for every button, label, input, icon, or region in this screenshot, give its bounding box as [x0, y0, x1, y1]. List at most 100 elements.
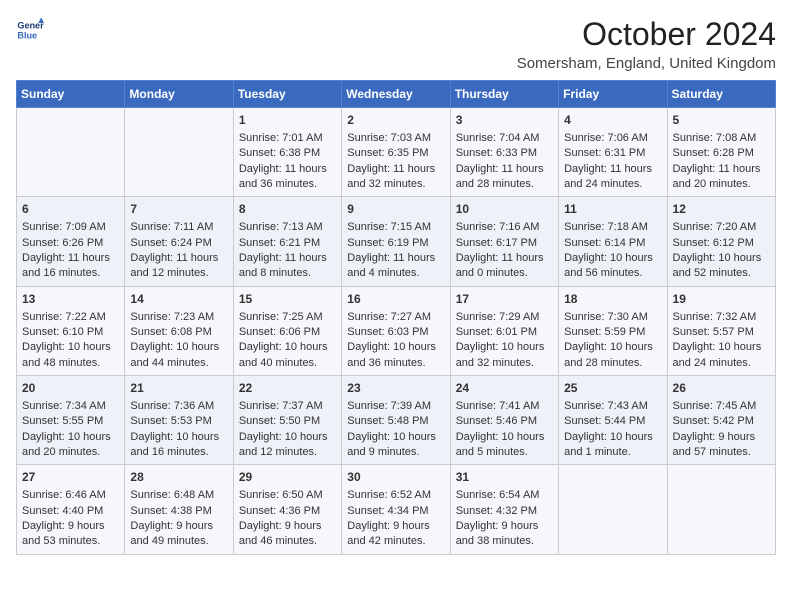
sunrise-text: Sunrise: 7:15 AM: [347, 220, 444, 235]
calendar-cell: 9 Sunrise: 7:15 AMSunset: 6:19 PMDaylight…: [342, 197, 450, 286]
calendar-cell: 14Sunrise: 7:23 AMSunset: 6:08 PMDayligh…: [125, 286, 233, 375]
daylight-text: Daylight: 10 hours and 9 minutes.: [347, 430, 444, 461]
sunrise-text: Sunrise: 7:27 AM: [347, 310, 444, 325]
calendar-cell: 27Sunrise: 6:46 AMSunset: 4:40 PMDayligh…: [17, 465, 125, 554]
day-number: 5: [673, 112, 770, 129]
day-number: 12: [673, 201, 770, 218]
daylight-text: Daylight: 10 hours and 56 minutes.: [564, 251, 661, 282]
day-number: 27: [22, 469, 119, 486]
daylight-text: Daylight: 10 hours and 36 minutes.: [347, 340, 444, 371]
sunrise-text: Sunrise: 6:54 AM: [456, 488, 553, 503]
daylight-text: Daylight: 11 hours and 12 minutes.: [130, 251, 227, 282]
day-number: 15: [239, 291, 336, 308]
daylight-text: Daylight: 10 hours and 24 minutes.: [673, 340, 770, 371]
sunset-text: Sunset: 6:14 PM: [564, 236, 661, 251]
daylight-text: Daylight: 10 hours and 32 minutes.: [456, 340, 553, 371]
sunset-text: Sunset: 6:24 PM: [130, 236, 227, 251]
calendar-body: 1Sunrise: 7:01 AMSunset: 6:38 PMDaylight…: [17, 108, 776, 555]
sunset-text: Sunset: 4:38 PM: [130, 504, 227, 519]
sunrise-text: Sunrise: 7:18 AM: [564, 220, 661, 235]
sunset-text: Sunset: 6:03 PM: [347, 325, 444, 340]
calendar-cell: 25Sunrise: 7:43 AMSunset: 5:44 PMDayligh…: [559, 376, 667, 465]
daylight-text: Daylight: 11 hours and 36 minutes.: [239, 162, 336, 193]
sunrise-text: Sunrise: 7:09 AM: [22, 220, 119, 235]
sunrise-text: Sunrise: 7:13 AM: [239, 220, 336, 235]
sunset-text: Sunset: 5:46 PM: [456, 414, 553, 429]
calendar-cell: 30Sunrise: 6:52 AMSunset: 4:34 PMDayligh…: [342, 465, 450, 554]
day-number: 24: [456, 380, 553, 397]
calendar-cell: 20Sunrise: 7:34 AMSunset: 5:55 PMDayligh…: [17, 376, 125, 465]
daylight-text: Daylight: 10 hours and 5 minutes.: [456, 430, 553, 461]
daylight-text: Daylight: 11 hours and 24 minutes.: [564, 162, 661, 193]
day-number: 28: [130, 469, 227, 486]
sunset-text: Sunset: 6:33 PM: [456, 146, 553, 161]
sunrise-text: Sunrise: 7:25 AM: [239, 310, 336, 325]
day-number: 14: [130, 291, 227, 308]
sunrise-text: Sunrise: 7:41 AM: [456, 399, 553, 414]
sunset-text: Sunset: 6:19 PM: [347, 236, 444, 251]
day-header-saturday: Saturday: [667, 81, 775, 108]
sunset-text: Sunset: 6:12 PM: [673, 236, 770, 251]
day-number: 2: [347, 112, 444, 129]
sunset-text: Sunset: 5:42 PM: [673, 414, 770, 429]
calendar-cell: [17, 108, 125, 197]
daylight-text: Daylight: 11 hours and 16 minutes.: [22, 251, 119, 282]
sunrise-text: Sunrise: 7:04 AM: [456, 131, 553, 146]
daylight-text: Daylight: 9 hours and 42 minutes.: [347, 519, 444, 550]
logo-icon: General Blue: [16, 16, 44, 44]
sunrise-text: Sunrise: 7:30 AM: [564, 310, 661, 325]
sunrise-text: Sunrise: 7:23 AM: [130, 310, 227, 325]
sunset-text: Sunset: 4:36 PM: [239, 504, 336, 519]
sunrise-text: Sunrise: 7:29 AM: [456, 310, 553, 325]
sunset-text: Sunset: 6:35 PM: [347, 146, 444, 161]
sunrise-text: Sunrise: 7:01 AM: [239, 131, 336, 146]
sunset-text: Sunset: 6:01 PM: [456, 325, 553, 340]
sunset-text: Sunset: 6:17 PM: [456, 236, 553, 251]
calendar-cell: 13Sunrise: 7:22 AMSunset: 6:10 PMDayligh…: [17, 286, 125, 375]
calendar-cell: 5Sunrise: 7:08 AMSunset: 6:28 PMDaylight…: [667, 108, 775, 197]
sunrise-text: Sunrise: 6:50 AM: [239, 488, 336, 503]
sunrise-text: Sunrise: 7:45 AM: [673, 399, 770, 414]
calendar-cell: 3Sunrise: 7:04 AMSunset: 6:33 PMDaylight…: [450, 108, 558, 197]
sunrise-text: Sunrise: 7:37 AM: [239, 399, 336, 414]
daylight-text: Daylight: 9 hours and 49 minutes.: [130, 519, 227, 550]
daylight-text: Daylight: 10 hours and 1 minute.: [564, 430, 661, 461]
calendar-cell: [559, 465, 667, 554]
day-number: 22: [239, 380, 336, 397]
calendar-cell: 10Sunrise: 7:16 AMSunset: 6:17 PMDayligh…: [450, 197, 558, 286]
calendar-cell: 1Sunrise: 7:01 AMSunset: 6:38 PMDaylight…: [233, 108, 341, 197]
day-number: 17: [456, 291, 553, 308]
sunset-text: Sunset: 5:59 PM: [564, 325, 661, 340]
sunrise-text: Sunrise: 6:46 AM: [22, 488, 119, 503]
calendar-cell: 28Sunrise: 6:48 AMSunset: 4:38 PMDayligh…: [125, 465, 233, 554]
day-number: 10: [456, 201, 553, 218]
day-number: 19: [673, 291, 770, 308]
day-number: 16: [347, 291, 444, 308]
daylight-text: Daylight: 9 hours and 46 minutes.: [239, 519, 336, 550]
title-area: October 2024 Somersham, England, United …: [517, 16, 776, 72]
sunrise-text: Sunrise: 7:39 AM: [347, 399, 444, 414]
sunrise-text: Sunrise: 7:06 AM: [564, 131, 661, 146]
sunset-text: Sunset: 6:21 PM: [239, 236, 336, 251]
svg-text:Blue: Blue: [17, 30, 37, 40]
sunset-text: Sunset: 6:10 PM: [22, 325, 119, 340]
sunrise-text: Sunrise: 7:08 AM: [673, 131, 770, 146]
calendar-cell: 23Sunrise: 7:39 AMSunset: 5:48 PMDayligh…: [342, 376, 450, 465]
day-number: 25: [564, 380, 661, 397]
sunset-text: Sunset: 5:55 PM: [22, 414, 119, 429]
sunset-text: Sunset: 6:31 PM: [564, 146, 661, 161]
daylight-text: Daylight: 10 hours and 20 minutes.: [22, 430, 119, 461]
calendar-cell: 2Sunrise: 7:03 AMSunset: 6:35 PMDaylight…: [342, 108, 450, 197]
calendar-cell: 19Sunrise: 7:32 AMSunset: 5:57 PMDayligh…: [667, 286, 775, 375]
day-number: 9: [347, 201, 444, 218]
calendar-cell: 8Sunrise: 7:13 AMSunset: 6:21 PMDaylight…: [233, 197, 341, 286]
sunrise-text: Sunrise: 7:03 AM: [347, 131, 444, 146]
calendar-table: SundayMondayTuesdayWednesdayThursdayFrid…: [16, 80, 776, 555]
day-header-tuesday: Tuesday: [233, 81, 341, 108]
sunrise-text: Sunrise: 7:43 AM: [564, 399, 661, 414]
sunset-text: Sunset: 4:34 PM: [347, 504, 444, 519]
daylight-text: Daylight: 11 hours and 20 minutes.: [673, 162, 770, 193]
sunset-text: Sunset: 4:40 PM: [22, 504, 119, 519]
daylight-text: Daylight: 11 hours and 4 minutes.: [347, 251, 444, 282]
calendar-cell: 31Sunrise: 6:54 AMSunset: 4:32 PMDayligh…: [450, 465, 558, 554]
